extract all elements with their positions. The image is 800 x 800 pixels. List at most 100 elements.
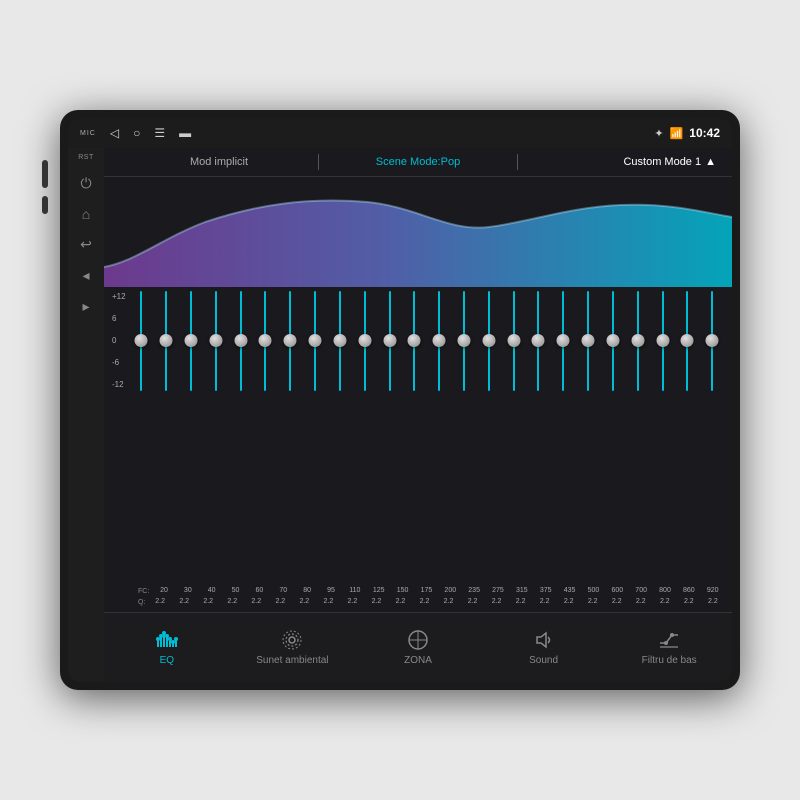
q-label-60: 2.2 [245,598,268,608]
slider-thumb-860[interactable] [681,334,694,347]
mic-label: MIC [80,130,96,137]
q-label-175: 2.2 [413,598,436,608]
slider-thumb-200[interactable] [433,334,446,347]
home-icon[interactable]: ○ [133,126,140,140]
q-label-80: 2.2 [293,598,316,608]
eq-band-200 [428,291,451,585]
slider-thumb-50[interactable] [209,334,222,347]
q-label-920: 2.2 [702,598,725,608]
device: MIC ◁ ○ ☰ ▬ ✦ 📶 10:42 RST ⏻ ⌂ ↩ ◂ ▸ [60,110,740,690]
slider-thumb-800[interactable] [656,334,669,347]
mode-implicit[interactable]: Mod implicit [120,156,318,168]
slider-thumb-235[interactable] [458,334,471,347]
arrow-right-icon[interactable]: ▸ [82,298,89,315]
q-label-200: 2.2 [437,598,460,608]
slider-thumb-375[interactable] [532,334,545,347]
tab-eq[interactable]: EQ [104,629,230,666]
db-0: 0 [112,337,126,345]
freq-labels: 2030405060708095110125150175200235275315… [153,587,724,597]
eq-band-920 [701,291,724,585]
q-labels: 2.22.22.22.22.22.22.22.22.22.22.22.22.22… [149,598,724,608]
q-label-125: 2.2 [365,598,388,608]
slider-thumb-500[interactable] [582,334,595,347]
arrow-left-icon[interactable]: ◂ [82,267,89,284]
slider-thumb-125[interactable] [358,334,371,347]
back-icon[interactable]: ◁ [110,126,119,140]
zona-icon [407,629,429,651]
side-buttons [42,160,48,214]
slider-thumb-150[interactable] [383,334,396,347]
side-btn-2[interactable] [42,196,48,214]
slider-thumb-315[interactable] [507,334,520,347]
slider-thumb-40[interactable] [184,334,197,347]
eq-band-30 [154,291,177,585]
status-left: MIC ◁ ○ ☰ ▬ [80,126,191,140]
freq-label-860: 860 [678,587,700,597]
power-icon[interactable]: ⏻ [80,175,91,192]
freq-label-500: 500 [582,587,604,597]
slider-thumb-95[interactable] [309,334,322,347]
q-label-95: 2.2 [317,598,340,608]
eq-band-60 [229,291,252,585]
ambient-icon [281,629,303,651]
menu-icon[interactable]: ☰ [154,126,165,140]
custom-mode-label: Custom Mode 1 [623,156,701,168]
slider-thumb-80[interactable] [284,334,297,347]
mode-custom[interactable]: Custom Mode 1 ▲ [518,156,716,168]
q-label-40: 2.2 [197,598,220,608]
slider-thumb-70[interactable] [259,334,272,347]
slider-thumb-110[interactable] [333,334,346,347]
slider-thumb-60[interactable] [234,334,247,347]
tab-sound-label: Sound [529,655,558,666]
slider-thumb-30[interactable] [160,334,173,347]
back-sidebar-icon[interactable]: ↩ [80,236,92,253]
mode-scene[interactable]: Scene Mode:Pop [319,156,517,168]
q-row: Q: 2.22.22.22.22.22.22.22.22.22.22.22.22… [138,598,724,608]
freq-label-435: 435 [558,587,580,597]
eq-band-375 [527,291,550,585]
eq-band-800 [651,291,674,585]
eq-band-50 [204,291,227,585]
side-btn-1[interactable] [42,160,48,188]
q-label-30: 2.2 [173,598,196,608]
window-icon[interactable]: ▬ [179,126,191,140]
slider-thumb-920[interactable] [706,334,719,347]
q-label-50: 2.2 [221,598,244,608]
sliders-row: +12 6 0 -6 -12 [112,291,724,585]
rst-label: RST [78,154,94,161]
eq-band-80 [279,291,302,585]
q-label-435: 2.2 [557,598,580,608]
q-label-700: 2.2 [630,598,653,608]
home-sidebar-icon[interactable]: ⌂ [82,206,90,222]
freq-label-20: 20 [153,587,175,597]
eq-sliders-area: +12 6 0 -6 -12 FC: [104,287,732,612]
screen: MIC ◁ ○ ☰ ▬ ✦ 📶 10:42 RST ⏻ ⌂ ↩ ◂ ▸ [68,118,732,682]
slider-thumb-435[interactable] [557,334,570,347]
q-label-110: 2.2 [341,598,364,608]
eq-band-150 [378,291,401,585]
slider-thumb-275[interactable] [482,334,495,347]
freq-label-920: 920 [702,587,724,597]
slider-thumb-175[interactable] [408,334,421,347]
db-minus6: -6 [112,359,126,367]
wifi-icon: 📶 [670,127,684,140]
tab-ambient[interactable]: Sunet ambiental [230,629,356,666]
eq-band-860 [676,291,699,585]
tab-sound[interactable]: Sound [481,629,607,666]
freq-label-30: 30 [177,587,199,597]
freq-label-125: 125 [368,587,390,597]
eq-screen: Mod implicit Scene Mode:Pop Custom Mode … [104,148,732,682]
clock: 10:42 [689,126,720,140]
eq-visualization [104,177,732,287]
slider-thumb-700[interactable] [631,334,644,347]
mode-bar: Mod implicit Scene Mode:Pop Custom Mode … [104,148,732,177]
fc-label: FC: [138,587,149,597]
slider-thumb-600[interactable] [606,334,619,347]
q-label-20: 2.2 [149,598,172,608]
slider-thumb-20[interactable] [135,334,148,347]
eq-band-175 [403,291,426,585]
eq-band-600 [601,291,624,585]
tab-bass[interactable]: Filtru de bas [606,629,732,666]
tab-zona[interactable]: ZONA [355,629,481,666]
freq-label-600: 600 [606,587,628,597]
